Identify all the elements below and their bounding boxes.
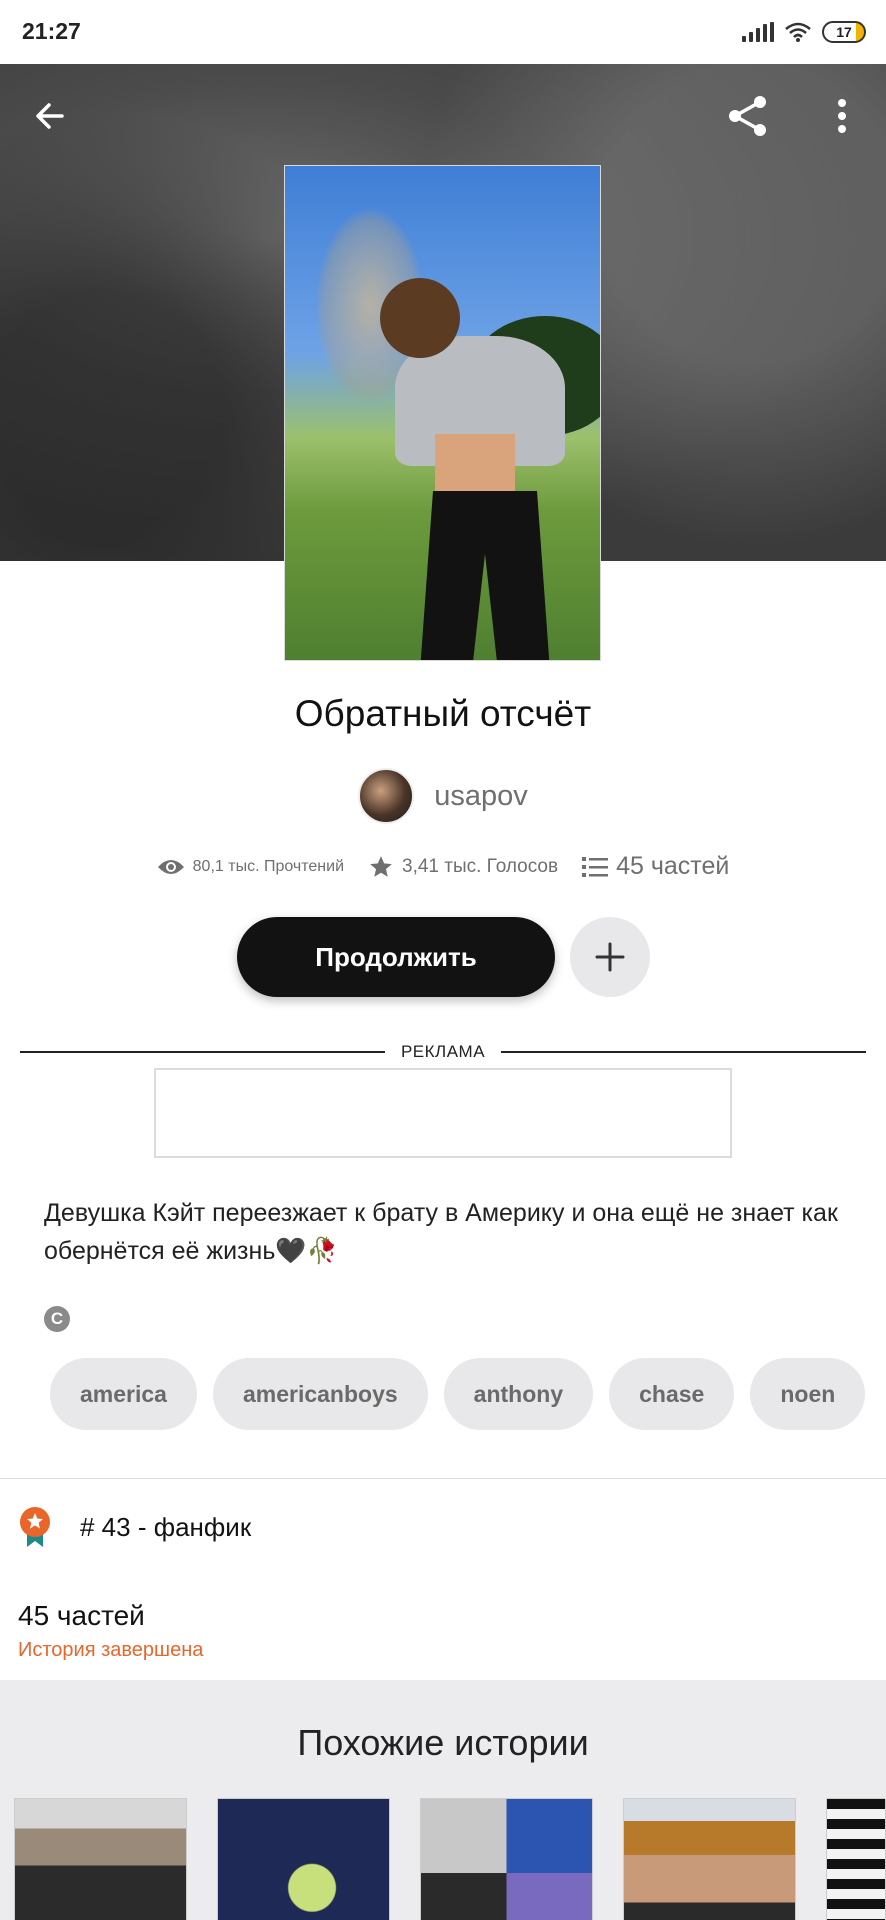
- ranking-row[interactable]: # 43 - фанфик: [18, 1506, 251, 1548]
- story-cover[interactable]: [284, 165, 601, 661]
- plus-icon: [595, 942, 625, 972]
- more-options-button[interactable]: [814, 88, 870, 144]
- similar-story-cover[interactable]: [14, 1798, 187, 1920]
- back-button[interactable]: [22, 88, 78, 144]
- author-link[interactable]: usapov: [0, 768, 886, 824]
- battery-icon: 17: [822, 21, 866, 43]
- status-bar: 21:27 17: [0, 0, 886, 64]
- tag-chip[interactable]: americanboys: [212, 1358, 428, 1430]
- votes-stat: 3,41 тыс. Голосов: [368, 854, 558, 880]
- similar-stories-title: Похожие истории: [297, 1722, 589, 1763]
- continue-reading-button[interactable]: Продолжить: [237, 917, 555, 997]
- similar-story-cover[interactable]: [420, 1798, 593, 1920]
- ad-label: РЕКЛАМА: [400, 1042, 486, 1061]
- copyright-icon[interactable]: C: [44, 1306, 70, 1332]
- add-to-library-button[interactable]: [570, 917, 650, 997]
- similar-story-cover[interactable]: [217, 1798, 390, 1920]
- ad-divider: РЕКЛАМА: [20, 1040, 867, 1064]
- tag-chip[interactable]: anthony: [443, 1358, 594, 1430]
- star-icon: [370, 855, 392, 877]
- scrollbar[interactable]: [882, 64, 886, 1920]
- story-description: Девушка Кэйт переезжает к брату в Америк…: [44, 1199, 838, 1265]
- parts-stat: 45 частей: [582, 852, 729, 881]
- similar-stories-section: Похожие истории: [0, 1680, 886, 1920]
- list-icon: [582, 856, 609, 877]
- eye-icon: [157, 859, 184, 874]
- author-avatar[interactable]: [358, 768, 415, 824]
- status-time: 21:27: [22, 18, 81, 44]
- parts-count: 45 частей: [616, 852, 730, 880]
- completion-status: История завершена: [18, 1639, 204, 1661]
- divider-line: [20, 1051, 385, 1053]
- ranking-badge-icon: [20, 1507, 50, 1547]
- share-icon: [729, 96, 766, 136]
- similar-stories-list: [14, 1798, 886, 1920]
- story-stats: 80,1 тыс. Прочтений 3,41 тыс. Голосов 45…: [0, 852, 886, 881]
- tag-chip[interactable]: america: [50, 1358, 197, 1430]
- section-divider: [0, 1478, 886, 1479]
- more-vertical-icon: [838, 99, 846, 133]
- votes-count: 3,41 тыс. Голосов: [402, 855, 559, 877]
- reads-count: 80,1 тыс. Прочтений: [192, 857, 344, 875]
- tag-chip[interactable]: chase: [609, 1358, 735, 1430]
- back-arrow-icon: [36, 103, 64, 129]
- ad-banner[interactable]: [154, 1068, 732, 1158]
- story-title: Обратный отсчёт: [294, 693, 592, 734]
- divider-line: [501, 1051, 867, 1053]
- status-icons: 17: [742, 18, 866, 46]
- similar-story-cover[interactable]: [623, 1798, 796, 1920]
- signal-icon: [742, 22, 774, 42]
- tag-chip[interactable]: noen: [750, 1358, 866, 1430]
- parts-heading[interactable]: 45 частей: [18, 1600, 145, 1632]
- tag-list: america americanboys anthony chase noen: [50, 1358, 886, 1430]
- wifi-icon: [785, 22, 811, 42]
- similar-story-cover[interactable]: [826, 1798, 886, 1920]
- author-name[interactable]: usapov: [434, 780, 528, 813]
- reads-stat: 80,1 тыс. Прочтений: [157, 857, 344, 877]
- share-button[interactable]: [720, 88, 776, 144]
- ranking-text: # 43 - фанфик: [80, 1511, 252, 1542]
